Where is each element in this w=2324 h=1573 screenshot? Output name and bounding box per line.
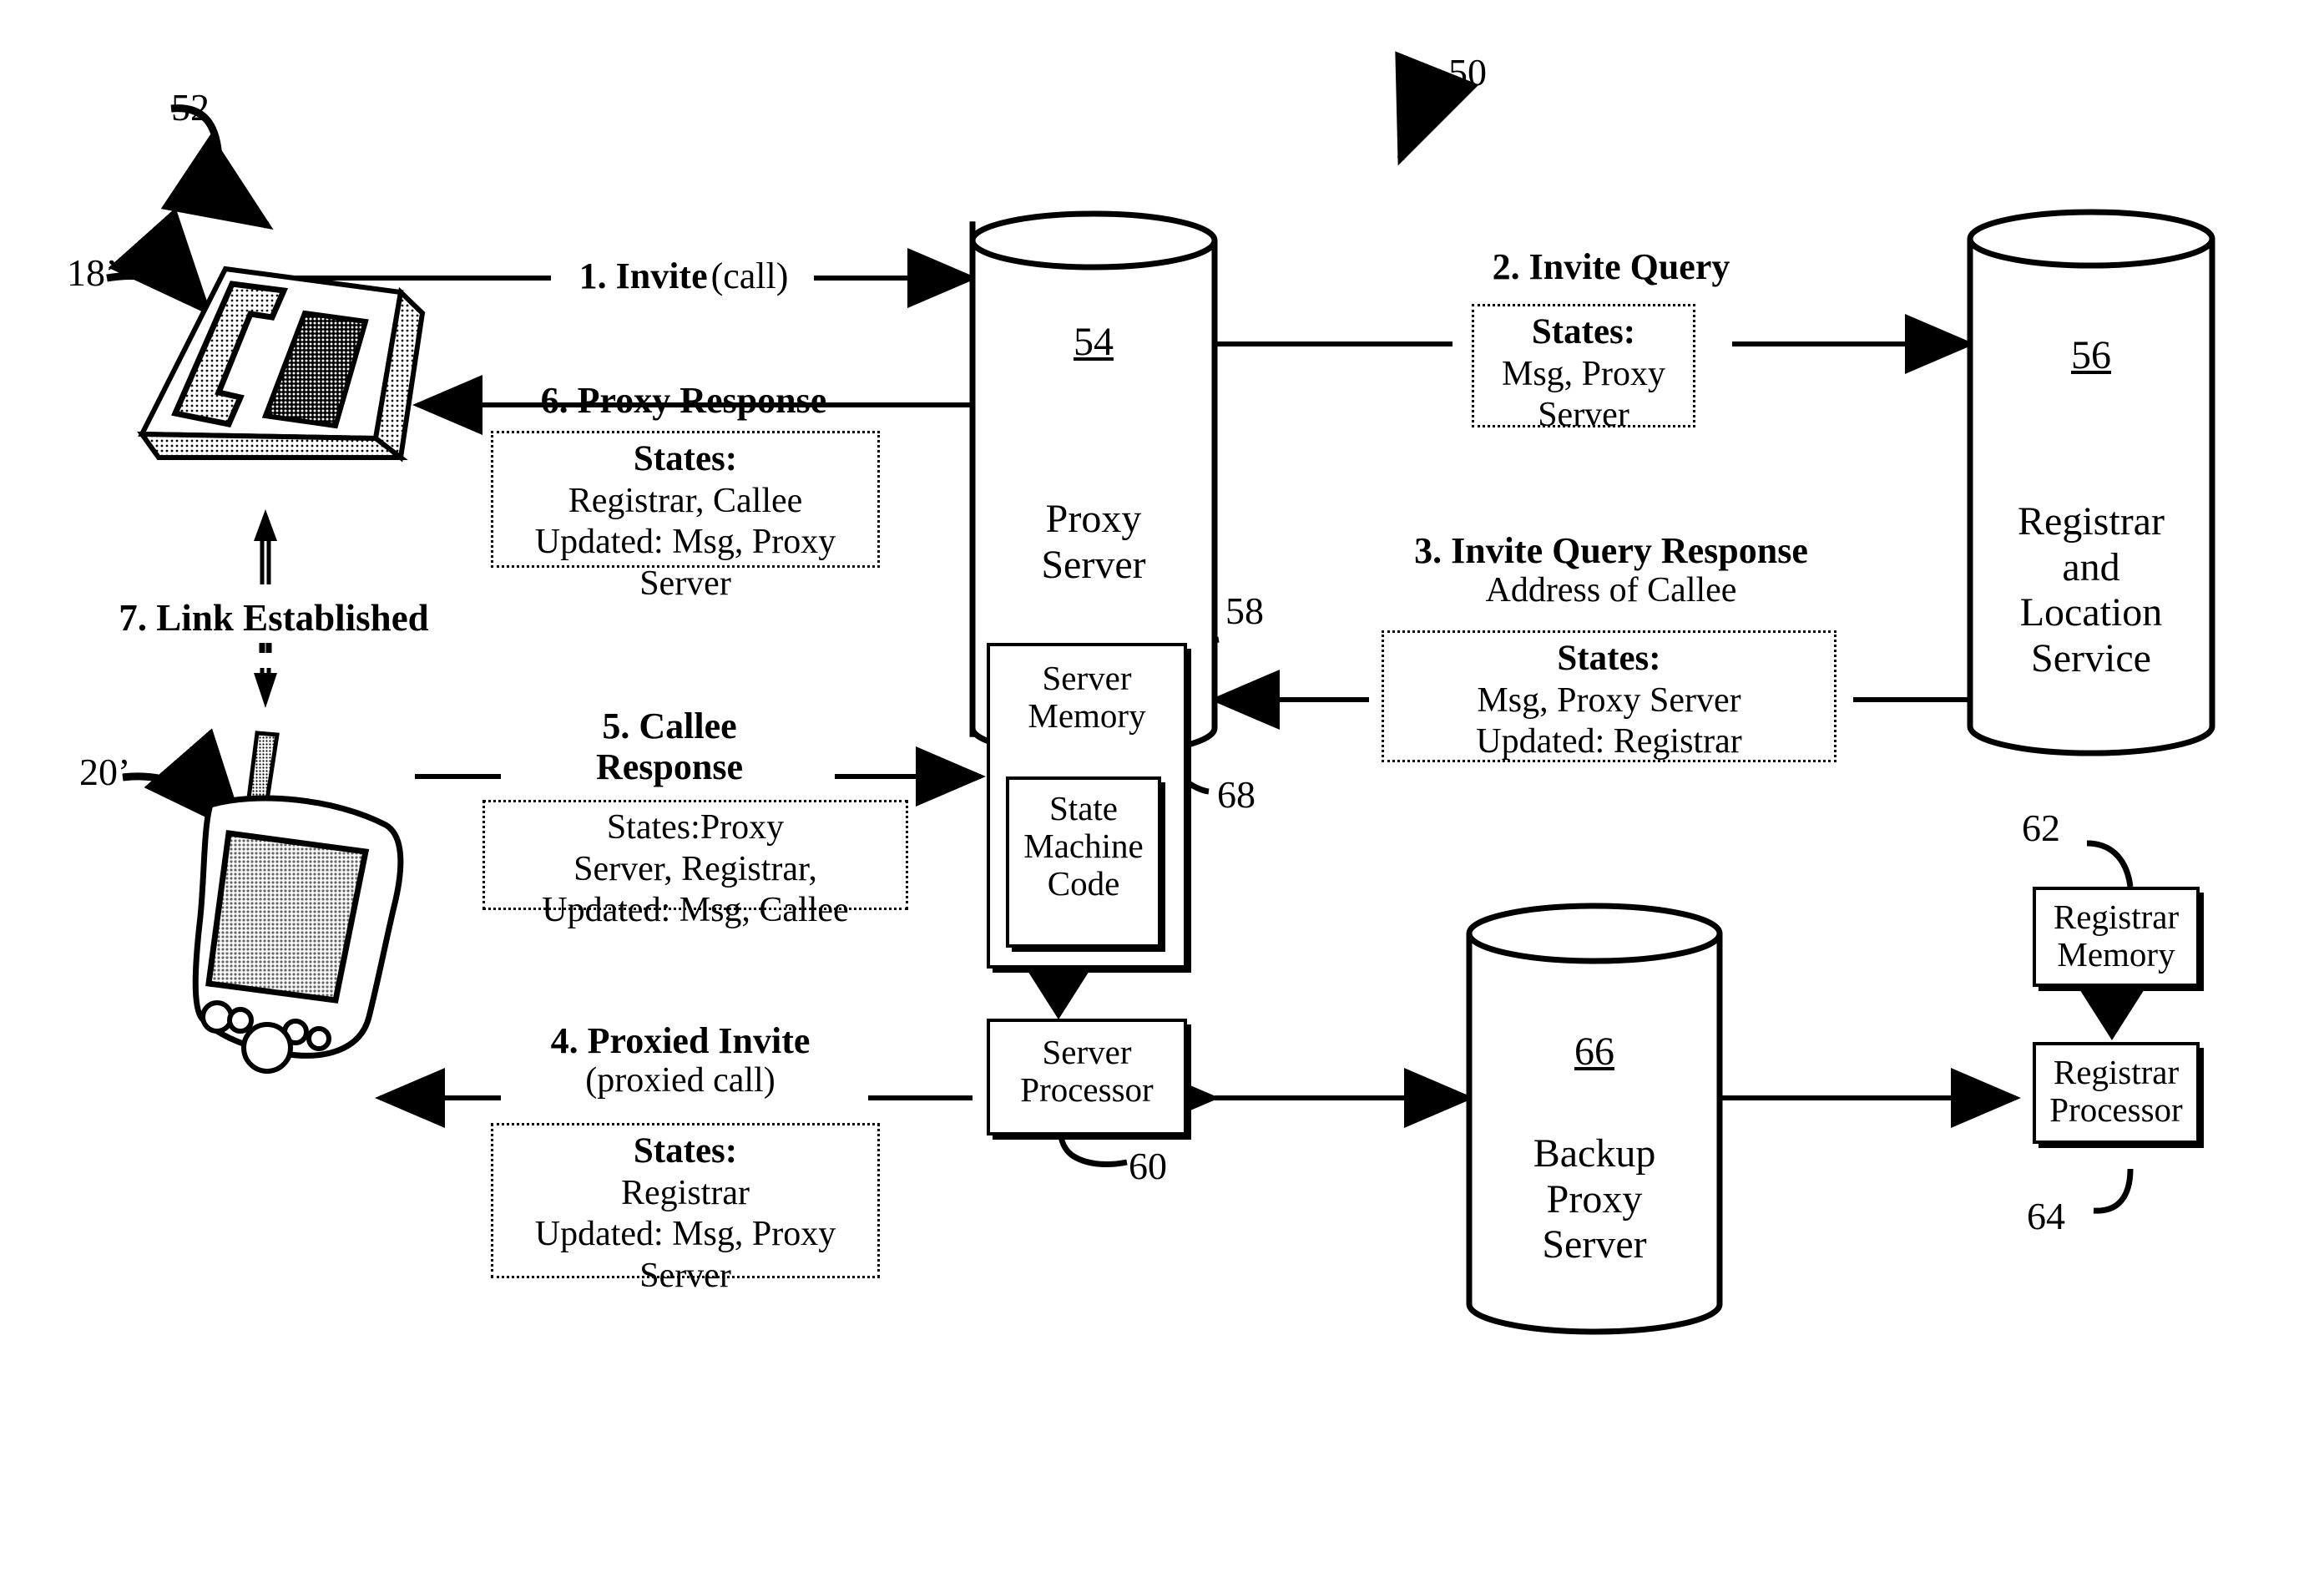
message-3-bold: 3. Invite Query Response [1414,530,1808,571]
server-memory-line1: Server [1042,659,1132,697]
message-6-bold: 6. Proxy Response [540,380,827,421]
proxy-server-title-line1: Proxy [1045,497,1142,541]
message-4-states-header: States: [633,1131,738,1171]
patent-figure-canvas: 54 Proxy Server 56 Registrar and Locatio… [0,0,2324,1573]
message-3-states-line2: Updated: Registrar [1476,722,1742,761]
registrar-processor-line2: Processor [2049,1090,2183,1130]
message-6-states-line1: Registrar, Callee [568,481,803,520]
registrar-title-line2: and [2062,544,2120,589]
state-machine-line1: State [1049,789,1118,827]
registrar-title-line4: Service [2031,636,2151,681]
backup-proxy-title: Backup Proxy Server [1469,1131,1720,1268]
message-5-states-box: States:Proxy Server, Registrar, Updated:… [482,800,908,929]
message-5-states-line1: Server, Registrar, [573,849,817,888]
backup-proxy-title-line3: Server [1542,1222,1647,1267]
server-processor-line1: Server [1042,1033,1132,1071]
ref-52: 52 [171,86,210,129]
ref-62: 62 [2022,807,2060,849]
backup-proxy-title-line1: Backup [1533,1131,1656,1176]
registrar-memory-line1: Registrar [2053,898,2180,936]
state-machine-code-box[interactable]: State Machine Code [1006,776,1161,948]
server-processor-box[interactable]: Server Processor [987,1019,1187,1135]
registrar-processor-line1: Registrar [2053,1053,2180,1091]
ref-18-prime: 18’ [67,251,119,294]
message-5-states-header: States:Proxy [606,808,785,847]
message-1-bold: 1. Invite [578,255,708,296]
message-2-states-header: States: [1531,312,1636,352]
message-2-states-line1: Msg, Proxy [1501,354,1666,393]
registrar-memory-label: Registrar Memory [2036,890,2196,974]
message-4-bold: 4. Proxied Invite [550,1020,811,1061]
registrar-memory-box[interactable]: Registrar Memory [2033,887,2200,987]
state-machine-code-label: State Machine Code [1009,780,1158,903]
message-5-states-line2: Updated: Msg, Callee [542,891,849,930]
server-memory-label: Server Memory [990,646,1184,735]
message-2-label: 2. Invite Query [1411,246,1811,287]
pda-handheld-icon [192,731,404,1074]
message-4-states-box: States: Registrar Updated: Msg, Proxy Se… [491,1123,880,1295]
message-4-states-line2: Updated: Msg, Proxy [534,1215,836,1254]
ref-60: 60 [1129,1145,1167,1187]
message-1-reg: (call) [710,255,789,296]
message-5-bold-line2: Response [595,746,744,788]
backup-proxy-title-line2: Proxy [1546,1176,1643,1221]
message-3-states-header: States: [1557,639,1661,678]
message-4-states-line3: Server [639,1256,731,1295]
message-2-states-line2: Server [1538,396,1629,435]
ref-20-prime: 20’ [79,751,131,793]
state-machine-line2: Machine [1023,827,1144,866]
message-4-label: 4. Proxied Invite (proxied call) [501,1020,860,1100]
proxy-server-ref: 54 [1074,320,1114,364]
registrar-memory-line2: Memory [2057,935,2175,974]
registrar-processor-label: Registrar Processor [2036,1045,2196,1129]
proxy-server-title-line2: Server [1041,542,1146,587]
message-5-bold-line1: 5. Callee [602,706,737,746]
desk-phone-icon [137,266,426,463]
ref-58: 58 [1225,589,1264,632]
message-3-reg: Address of Callee [1485,571,1737,610]
message-1-label: 1. Invite (call) [551,255,816,297]
server-memory-line2: Memory [1028,696,1146,736]
registrar-title-line1: Registrar [2018,499,2165,544]
ref-68: 68 [1217,773,1255,816]
ref-64: 64 [2027,1195,2065,1237]
message-4-states-line1: Registrar [621,1173,750,1212]
message-6-label: 6. Proxy Response [501,380,866,421]
message-3-states-box: States: Msg, Proxy Server Updated: Regis… [1382,630,1836,762]
backup-proxy-cylinder [1466,903,1723,1335]
message-4-reg: (proxied call) [585,1061,776,1100]
message-6-states-header: States: [633,439,738,478]
proxy-server-title: Proxy Server [981,497,1206,588]
message-2-states-box: States: Msg, Proxy Server [1472,304,1695,434]
registrar-title: Registrar and Location Service [1970,499,2212,682]
message-7-label: 7. Link Established [99,597,449,639]
server-processor-line2: Processor [1020,1070,1154,1110]
message-3-label: 3. Invite Query Response Address of Call… [1361,530,1862,610]
backup-proxy-ref: 66 [1574,1029,1614,1074]
registrar-title-line3: Location [2019,590,2163,635]
message-6-states-line2: Updated: Msg, Proxy [534,523,836,562]
registrar-processor-box[interactable]: Registrar Processor [2033,1042,2200,1144]
server-processor-label: Server Processor [990,1022,1184,1109]
message-2-bold: 2. Invite Query [1492,246,1730,287]
message-7-bold: 7. Link Established [119,597,429,639]
ref-50: 50 [1448,51,1487,94]
state-machine-line3: Code [1047,864,1120,903]
message-6-states-box: States: Registrar, Callee Updated: Msg, … [491,431,880,603]
registrar-ref: 56 [2071,333,2111,377]
message-3-states-line1: Msg, Proxy Server [1477,680,1741,720]
message-5-label: 5. Callee Response [499,706,840,788]
message-6-states-line3: Server [639,564,731,603]
